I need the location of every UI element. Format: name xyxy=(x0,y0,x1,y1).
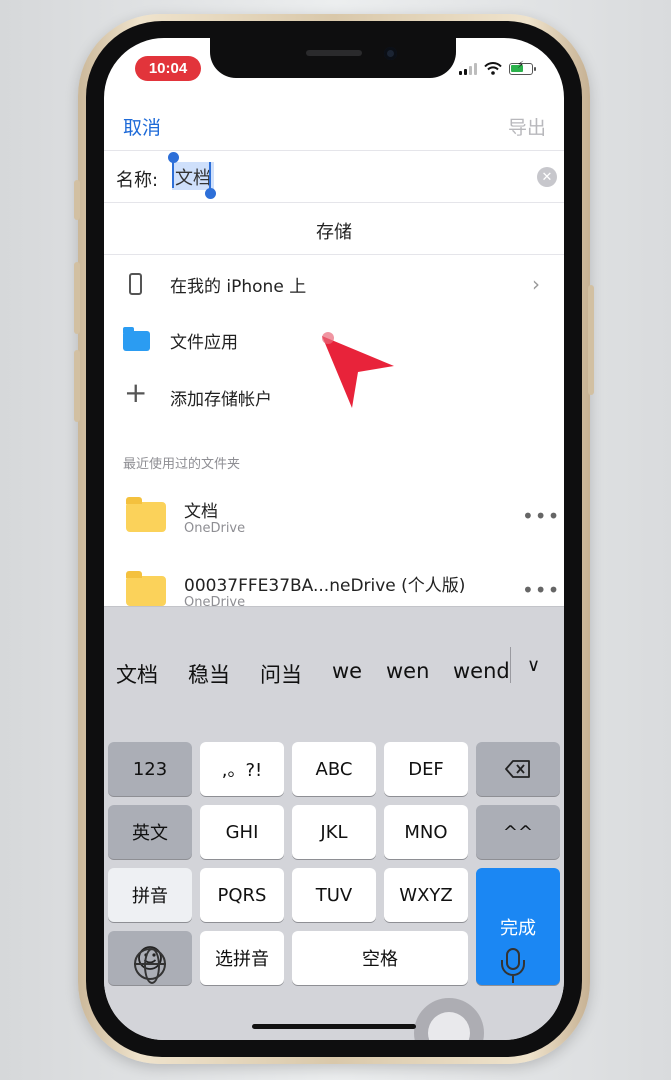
pointer-arrow-icon xyxy=(322,332,394,408)
suggestion-item[interactable]: we xyxy=(332,659,362,683)
space-key[interactable]: 空格 xyxy=(292,931,468,985)
side-button xyxy=(74,262,80,334)
suggestion-bar: 文档 稳当 问当 we wen wend ∨ xyxy=(104,606,564,689)
key-wxyz[interactable]: WXYZ xyxy=(384,868,468,922)
status-icons: ⚡ xyxy=(459,60,536,75)
suggestion-item[interactable]: 稳当 xyxy=(188,659,230,689)
selection-handle-end[interactable] xyxy=(205,188,216,199)
chevron-down-icon[interactable]: ∨ xyxy=(527,655,540,676)
key-pinyin[interactable]: 拼音 xyxy=(108,868,192,922)
side-button xyxy=(588,285,594,395)
suggestion-item[interactable]: 文档 xyxy=(116,659,158,689)
folder-icon xyxy=(126,497,166,532)
plus-icon: + xyxy=(124,376,148,409)
location-label: 在我的 iPhone 上 xyxy=(170,277,307,297)
location-label: 添加存储帐户 xyxy=(170,390,272,410)
suggestion-separator xyxy=(510,647,511,683)
selection-bar xyxy=(209,162,211,190)
wifi-icon xyxy=(484,62,502,75)
globe-icon[interactable] xyxy=(134,948,166,984)
speaker xyxy=(306,50,362,56)
location-iphone[interactable]: 在我的 iPhone 上 › xyxy=(104,256,564,312)
key-english[interactable]: 英文 xyxy=(108,805,192,859)
recent-folder-item[interactable]: 文档 OneDrive ••• xyxy=(104,486,564,554)
key-emoticon[interactable]: ^^ xyxy=(476,805,560,859)
notch xyxy=(210,38,456,78)
more-icon[interactable]: ••• xyxy=(522,504,560,528)
section-title: 存储 xyxy=(316,222,352,243)
signal-icon xyxy=(459,62,477,75)
delete-key[interactable] xyxy=(476,742,560,796)
side-button xyxy=(74,350,80,422)
key-pqrs[interactable]: PQRS xyxy=(200,868,284,922)
key-tuv[interactable]: TUV xyxy=(292,868,376,922)
assistive-touch-button[interactable] xyxy=(414,998,484,1040)
divider xyxy=(104,254,564,255)
microphone-icon-leg xyxy=(512,976,514,983)
export-button[interactable]: 导出 xyxy=(508,113,546,140)
home-indicator[interactable] xyxy=(252,1024,416,1029)
name-input[interactable]: 文档 xyxy=(172,162,214,190)
key-jkl[interactable]: JKL xyxy=(292,805,376,859)
side-button xyxy=(74,180,80,220)
key-ghi[interactable]: GHI xyxy=(200,805,284,859)
suggestion-item[interactable]: wen xyxy=(386,659,429,683)
screen: 10:04 ⚡ 取消 导出 名称: 文档 ✕ 存储 在我的 iPhone 上 ›… xyxy=(104,38,564,1040)
recent-header: 最近使用过的文件夹 xyxy=(123,457,241,472)
backspace-icon xyxy=(505,760,530,778)
chevron-right-icon: › xyxy=(532,272,540,296)
cancel-button[interactable]: 取消 xyxy=(123,113,161,140)
selection-bar xyxy=(172,160,174,188)
camera-icon xyxy=(384,47,397,60)
divider xyxy=(104,150,564,151)
key-abc[interactable]: ABC xyxy=(292,742,376,796)
name-label: 名称: xyxy=(116,170,159,191)
suggestion-item[interactable]: 问当 xyxy=(260,659,302,689)
key-punct[interactable]: ,。?! xyxy=(200,742,284,796)
location-label: 文件应用 xyxy=(170,333,238,353)
status-time: 10:04 xyxy=(135,56,201,81)
folder-title: 00037FFE37BA...neDrive (个人版) xyxy=(184,576,466,596)
key-123[interactable]: 123 xyxy=(108,742,192,796)
keyboard: 文档 稳当 问当 we wen wend ∨ 123 ,。?! ABC DEF … xyxy=(104,606,564,1040)
folder-icon xyxy=(123,327,150,351)
folder-icon xyxy=(126,571,166,606)
folder-title: 文档 xyxy=(184,502,218,522)
battery-icon: ⚡ xyxy=(509,60,536,75)
divider xyxy=(104,202,564,203)
folder-subtitle: OneDrive xyxy=(184,521,246,536)
phone-icon xyxy=(129,273,142,295)
more-icon[interactable]: ••• xyxy=(522,578,560,602)
key-select-pinyin[interactable]: 选拼音 xyxy=(200,931,284,985)
key-def[interactable]: DEF xyxy=(384,742,468,796)
key-mno[interactable]: MNO xyxy=(384,805,468,859)
suggestion-item[interactable]: wend xyxy=(453,659,510,683)
clear-icon[interactable]: ✕ xyxy=(537,167,557,187)
